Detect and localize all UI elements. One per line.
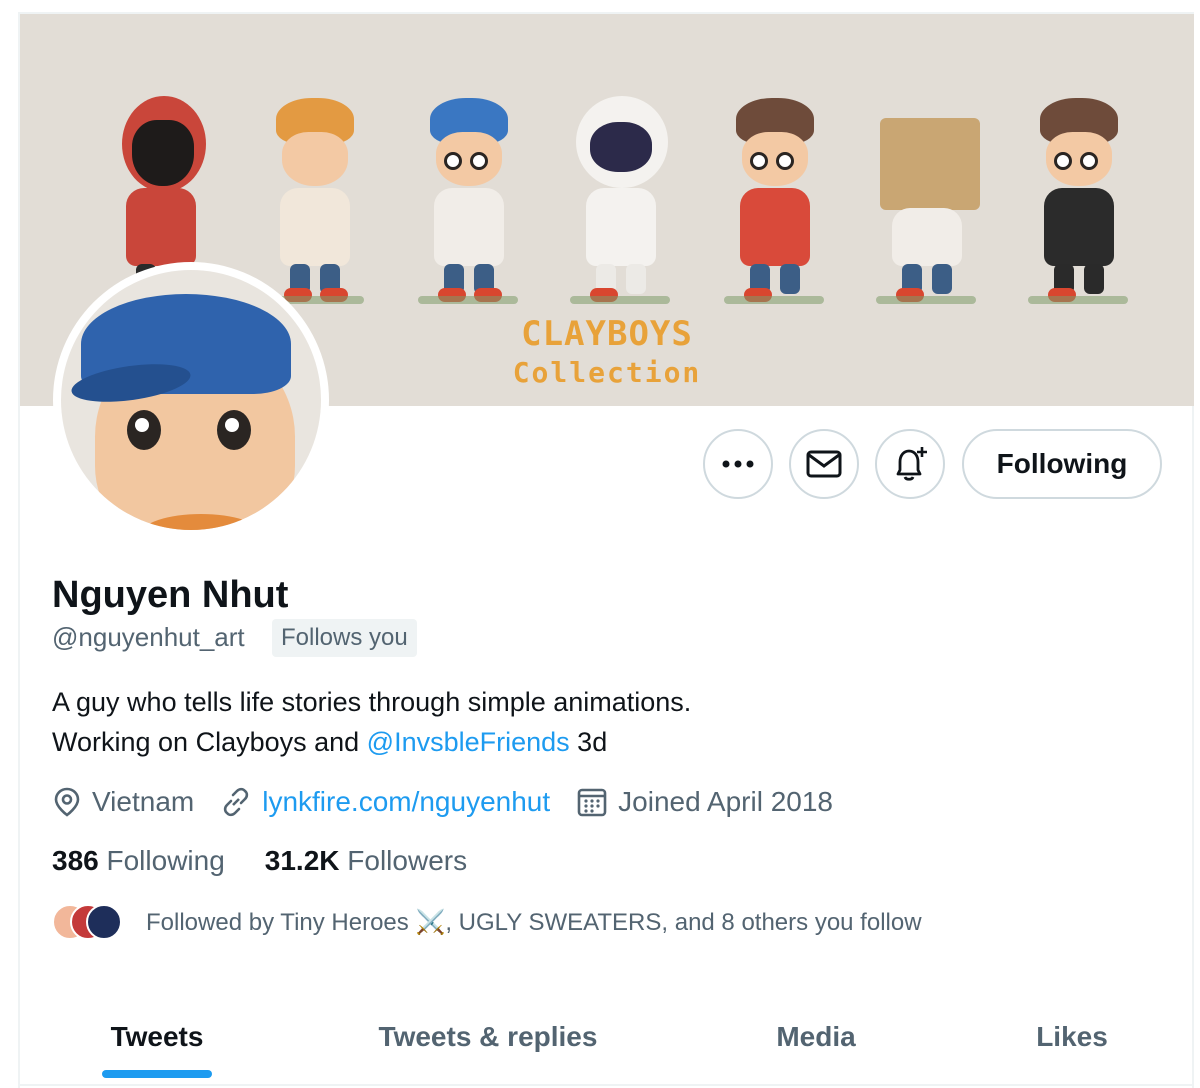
notifications-button[interactable] bbox=[875, 429, 945, 499]
profile-avatar[interactable] bbox=[53, 262, 329, 538]
envelope-icon bbox=[806, 450, 842, 478]
bell-plus-icon bbox=[896, 447, 927, 481]
profile-tabs: Tweets Tweets & replies Media Likes bbox=[20, 990, 1194, 1086]
bio-text: Working on Clayboys and bbox=[52, 727, 367, 757]
banner-character bbox=[254, 96, 374, 306]
following-count: 386 bbox=[52, 845, 99, 876]
banner-character bbox=[560, 96, 680, 306]
more-button[interactable] bbox=[703, 429, 773, 499]
more-icon bbox=[722, 460, 754, 468]
bio-line-2: Working on Clayboys and @InvsbleFriends … bbox=[52, 722, 691, 762]
followers-count: 31.2K bbox=[264, 845, 340, 876]
profile-name: Nguyen Nhut bbox=[52, 574, 289, 616]
tab-likes[interactable]: Likes bbox=[950, 990, 1194, 1084]
tab-tweets[interactable]: Tweets bbox=[20, 990, 294, 1084]
bio-text-suffix: 3d bbox=[569, 727, 608, 757]
calendar-icon bbox=[577, 788, 607, 817]
profile-stats: 386 Following 31.2K Followers bbox=[52, 845, 507, 877]
joined-text: Joined April 2018 bbox=[618, 786, 833, 817]
location-pin-icon bbox=[54, 787, 80, 817]
message-button[interactable] bbox=[789, 429, 859, 499]
website-item[interactable]: lynkfire.com/nguyenhut bbox=[220, 786, 550, 818]
location-item: Vietnam bbox=[52, 786, 194, 818]
tab-tweets-and-replies[interactable]: Tweets & replies bbox=[294, 990, 682, 1084]
followers-stat-link[interactable]: 31.2K Followers bbox=[265, 845, 467, 877]
follows-you-badge: Follows you bbox=[272, 619, 417, 657]
bio-line-1: A guy who tells life stories through sim… bbox=[52, 687, 692, 717]
following-label: Following bbox=[98, 845, 225, 876]
avatar-image bbox=[61, 270, 321, 530]
link-icon bbox=[224, 787, 249, 817]
profile-handle: @nguyenhut_art bbox=[52, 622, 245, 652]
banner-character bbox=[866, 96, 986, 306]
tab-media[interactable]: Media bbox=[682, 990, 950, 1084]
banner-character bbox=[714, 96, 834, 306]
profile-meta: Vietnam lynkfire.com/nguyenhut Joined Ap… bbox=[52, 784, 859, 820]
follower-avatar bbox=[86, 904, 122, 940]
followed-by-link[interactable]: Followed by Tiny Heroes ⚔️, UGLY SWEATER… bbox=[52, 902, 922, 942]
followers-label: Followers bbox=[339, 845, 468, 876]
banner-character bbox=[408, 96, 528, 306]
location-text: Vietnam bbox=[92, 786, 195, 817]
followed-by-avatars bbox=[52, 902, 126, 942]
profile-bio: A guy who tells life stories through sim… bbox=[52, 682, 691, 762]
bio-mention-link[interactable]: @InvsbleFriends bbox=[367, 727, 570, 757]
following-stat-link[interactable]: 386 Following bbox=[52, 845, 225, 877]
joined-item: Joined April 2018 bbox=[576, 786, 833, 818]
banner-character bbox=[1018, 96, 1138, 306]
followed-by-text: Followed by Tiny Heroes ⚔️, UGLY SWEATER… bbox=[146, 908, 922, 936]
following-button[interactable]: Following bbox=[962, 429, 1162, 499]
website-link[interactable]: lynkfire.com/nguyenhut bbox=[262, 786, 550, 818]
